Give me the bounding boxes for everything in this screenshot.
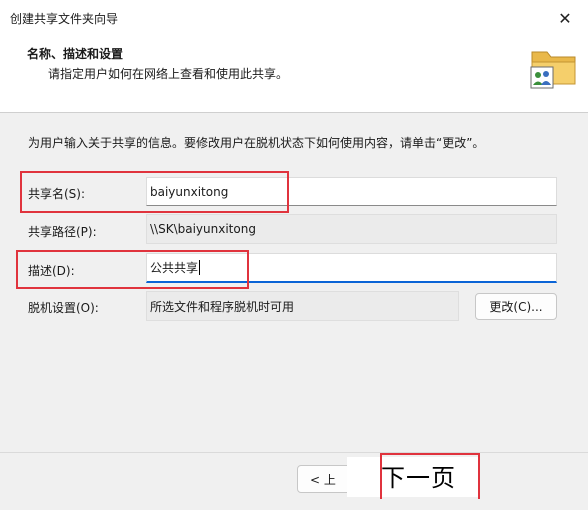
intro-text: 为用户输入关于共享的信息。要修改用户在脱机状态下如何使用内容，请单击“更改”。 [28,136,485,150]
header-subtitle: 请指定用户如何在网络上查看和使用此共享。 [48,67,289,81]
wizard-header: 名称、描述和设置 请指定用户如何在网络上查看和使用此共享。 [0,36,588,113]
footer-separator [0,452,588,453]
header-title: 名称、描述和设置 [27,47,124,61]
close-icon[interactable]: ✕ [542,0,588,36]
offline-settings-field: 所选文件和程序脱机时可用 [146,291,459,321]
window-title: 创建共享文件夹向导 [10,12,119,26]
share-path-value: \\SK\baiyunxitong [150,222,256,236]
title-bar: 创建共享文件夹向导 ✕ [0,0,588,36]
offline-settings-label: 脱机设置(O): [28,301,99,315]
offline-settings-value: 所选文件和程序脱机时可用 [150,299,295,314]
share-path-field: \\SK\baiyunxitong [146,214,557,244]
share-path-label: 共享路径(P): [28,225,97,239]
description-highlight [16,250,249,289]
share-name-highlight [20,171,289,213]
next-button[interactable]: 下一页 [381,458,456,493]
shared-folder-icon [530,51,576,89]
change-button[interactable]: 更改(C)... [475,293,557,320]
